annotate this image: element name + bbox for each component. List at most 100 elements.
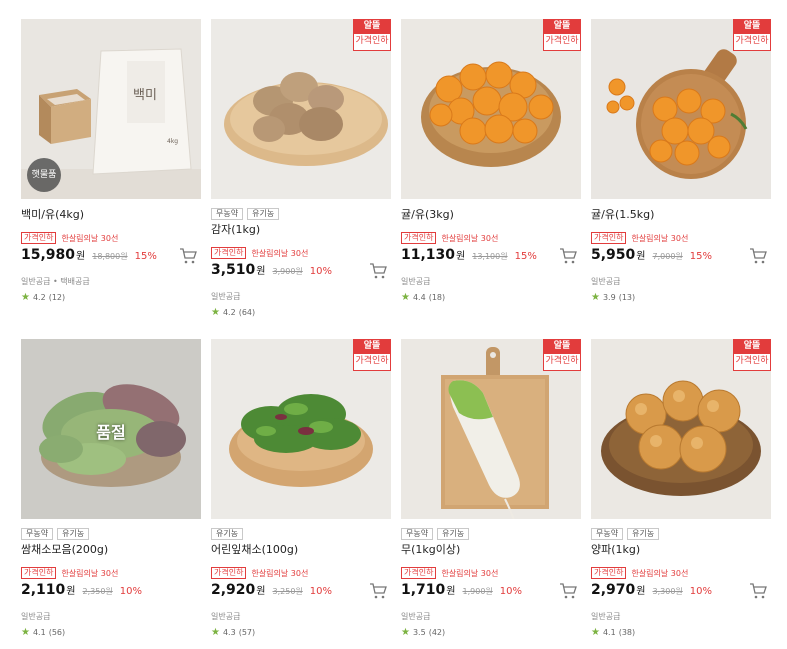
rating-score: 4.3 [222,628,236,637]
rating-score: 4.1 [602,628,616,637]
rating: ★ 4.1 (56) [21,627,201,638]
product-name[interactable]: 양파(1kg) [591,543,771,557]
discount-rate: 10% [309,266,332,277]
sale-price: 2,970 [591,582,636,598]
star-icon: ★ [21,626,30,638]
price-cut-chip: 가격인하 [21,232,57,244]
product-card[interactable]: 품절 무농약 유기농 쌈채소모음(200g) 가격인하 한살림의날 30선 2,… [21,339,201,638]
shipping-info: 일반공급 • 택배공급 [21,277,90,286]
budget-label: 알뜰 [544,340,580,354]
budget-label: 알뜰 [354,20,390,34]
cert-tag: 무농약 [21,528,54,540]
rating: ★ 3.5 (42) [401,627,581,638]
review-count: (18) [428,293,446,302]
sale-price: 11,130 [401,247,456,263]
product-image[interactable]: 알뜰 가격인하 [401,19,581,199]
cert-tags: 유기농 [211,528,391,540]
rating: ★ 4.2 (64) [211,307,391,318]
product-name[interactable]: 무(1kg이상) [401,543,581,557]
sale-price: 1,710 [401,582,446,598]
discount-rate: 15% [134,251,157,262]
promo-row: 가격인하 한살림의날 30선 [401,567,581,579]
product-name[interactable]: 쌈채소모음(200g) [21,543,201,557]
budget-label: 알뜰 [734,340,770,354]
product-image[interactable]: 알뜰 가격인하 [591,339,771,519]
product-image[interactable]: 알뜰 가격인하 [211,339,391,519]
product-card[interactable]: 백미 4kg 햇물품 백미/유(4kg) 가격인하 한살림의날 30선 15,9… [21,19,201,303]
cert-tag: 유기농 [247,208,280,220]
product-name[interactable]: 귤/유(1.5kg) [591,208,771,222]
product-card[interactable]: 알뜰 가격인하 무농약 유기농 감자(1kg) 가격인하 한살림의날 30선 3… [211,19,391,318]
price-cut-chip: 가격인하 [401,232,437,244]
cart-icon[interactable] [749,582,767,600]
review-count: (13) [618,293,636,302]
star-icon: ★ [211,306,220,318]
original-price: 18,800원 [92,252,128,261]
price-cut-chip: 가격인하 [21,567,57,579]
cert-tags: 무농약 유기농 [591,528,771,540]
star-icon: ★ [211,626,220,638]
cert-tag: 유기농 [627,528,660,540]
product-card[interactable]: 알뜰 가격인하 귤/유(1.5kg) 가격인하 한살림의날 30선 5,950 … [591,19,771,303]
cart-icon[interactable] [749,247,767,265]
price-row: 5,950 원 7,000원 15% [591,247,771,267]
product-name[interactable]: 백미/유(4kg) [21,208,201,222]
original-price: 2,350원 [82,587,113,596]
price-cut-label: 가격인하 [545,36,579,46]
product-card[interactable]: 알뜰 가격인하 무농약 유기농 무(1kg이상) 가격인하 한살림의날 30선 … [401,339,581,638]
cart-icon[interactable] [559,582,577,600]
price-row: 2,920 원 3,250원 10% [211,582,391,602]
product-name[interactable]: 귤/유(3kg) [401,208,581,222]
original-price: 7,000원 [652,252,683,261]
rating-score: 3.9 [602,293,616,302]
price-cut-chip: 가격인하 [591,232,627,244]
product-card[interactable]: 알뜰 가격인하 귤/유(3kg) 가격인하 한살림의날 30선 11,130 원… [401,19,581,303]
product-image[interactable]: 알뜰 가격인하 [401,339,581,519]
cart-icon[interactable] [369,582,387,600]
promo-text: 한살림의날 30선 [631,568,689,578]
product-name[interactable]: 감자(1kg) [211,223,391,237]
sale-price: 15,980 [21,247,76,263]
cert-tag: 유기농 [57,528,90,540]
currency-unit: 원 [256,586,266,597]
cert-tag: 무농약 [591,528,624,540]
product-card[interactable]: 알뜰 가격인하 유기농 어린잎채소(100g) 가격인하 한살림의날 30선 2… [211,339,391,638]
price-cut-label: 가격인하 [735,36,769,46]
cert-tag: 무농약 [401,528,434,540]
sale-badge: 알뜰 가격인하 [543,19,581,51]
promo-text: 한살림의날 30선 [251,568,309,578]
promo-row: 가격인하 한살림의날 30선 [21,232,201,244]
shipping-info: 일반공급 [211,612,241,621]
price-cut-chip: 가격인하 [211,247,247,259]
product-card[interactable]: 알뜰 가격인하 무농약 유기농 양파(1kg) 가격인하 한살림의날 30선 2… [591,339,771,638]
shipping-info: 일반공급 [591,612,621,621]
price-row: 11,130 원 13,100원 15% [401,247,581,267]
cart-icon[interactable] [179,247,197,265]
currency-unit: 원 [446,586,456,597]
rating: ★ 4.2 (12) [21,292,201,303]
new-arrival-badge: 햇물품 [27,158,61,192]
promo-row: 가격인하 한살림의날 30선 [401,232,581,244]
product-image[interactable]: 백미 4kg 햇물품 [21,19,201,199]
currency-unit: 원 [636,586,646,597]
product-name[interactable]: 어린잎채소(100g) [211,543,391,557]
product-image[interactable]: 알뜰 가격인하 [591,19,771,199]
product-grid: 백미 4kg 햇물품 백미/유(4kg) 가격인하 한살림의날 30선 15,9… [0,0,787,649]
sale-badge: 알뜰 가격인하 [733,19,771,51]
promo-row: 가격인하 한살림의날 30선 [21,567,201,579]
price-cut-chip: 가격인하 [591,567,627,579]
sale-badge: 알뜰 가격인하 [353,339,391,371]
star-icon: ★ [591,291,600,303]
cart-icon[interactable] [559,247,577,265]
product-image[interactable]: 알뜰 가격인하 [211,19,391,199]
discount-rate: 15% [689,251,712,262]
discount-rate: 15% [514,251,537,262]
cart-icon[interactable] [369,262,387,280]
currency-unit: 원 [636,251,646,262]
cert-tag: 유기농 [437,528,470,540]
original-price: 3,250원 [272,587,303,596]
promo-text: 한살림의날 30선 [441,568,499,578]
rating-score: 4.4 [412,293,426,302]
product-image[interactable]: 품절 [21,339,201,519]
rating: ★ 4.3 (57) [211,627,391,638]
